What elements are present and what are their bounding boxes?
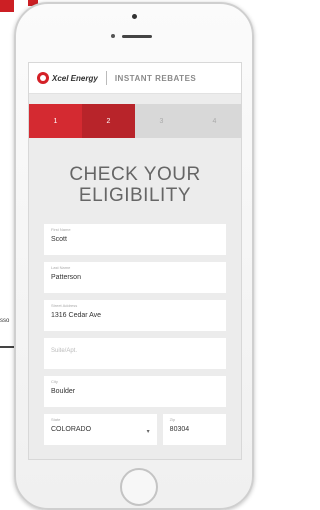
xcel-logo-icon <box>37 72 49 84</box>
suite-placeholder: Suite/Apt. <box>51 348 78 354</box>
first-name-field[interactable]: First Name Scott <box>44 224 226 255</box>
zip-value: 80304 <box>169 426 190 433</box>
street-address-field[interactable]: Street Address 1316 Cedar Ave <box>44 300 226 331</box>
first-name-label: First Name <box>51 227 71 232</box>
step-2[interactable]: 2 <box>82 104 135 138</box>
street-address-value: 1316 Cedar Ave <box>51 312 102 319</box>
eligibility-form: First Name Scott Last Name Patterson Str… <box>29 224 241 452</box>
step-progress: 1 2 3 4 <box>29 104 241 138</box>
step-1[interactable]: 1 <box>29 104 82 138</box>
header-divider <box>105 71 107 85</box>
state-label: State <box>51 417 61 422</box>
brand-name: Xcel Energy <box>52 73 98 83</box>
city-field[interactable]: City Boulder <box>44 376 226 407</box>
form-heading: CHECK YOUR ELIGIBILITY <box>29 164 241 206</box>
background-red-block <box>0 0 14 12</box>
phone-frame: Xcel Energy INSTANT REBATES 1 2 3 4 CHEC… <box>14 2 254 510</box>
sensor-icon <box>111 34 115 38</box>
last-name-label: Last Name <box>51 265 71 270</box>
state-select[interactable]: State COLORADO ▾ <box>44 414 157 445</box>
form-heading-line-2: ELIGIBILITY <box>78 185 192 206</box>
background-text-fragment: sso <box>0 318 10 324</box>
camera-icon <box>132 14 137 19</box>
first-name-value: Scott <box>51 236 67 243</box>
state-zip-row: State COLORADO ▾ Zip 80304 <box>44 414 226 452</box>
last-name-value: Patterson <box>51 274 81 281</box>
home-button[interactable] <box>120 468 158 506</box>
last-name-field[interactable]: Last Name Patterson <box>44 262 226 293</box>
app-header: Xcel Energy INSTANT REBATES <box>29 63 241 94</box>
step-3[interactable]: 3 <box>135 104 188 138</box>
state-value: COLORADO <box>51 426 92 433</box>
zip-label: Zip <box>169 417 176 422</box>
speaker-grille <box>122 35 152 38</box>
page-title: INSTANT REBATES <box>114 73 197 83</box>
city-label: City <box>51 379 58 384</box>
city-value: Boulder <box>51 388 76 395</box>
form-heading-line-1: CHECK YOUR <box>69 164 201 185</box>
suite-field[interactable]: Suite/Apt. <box>44 338 226 369</box>
step-4[interactable]: 4 <box>188 104 241 138</box>
phone-screen: Xcel Energy INSTANT REBATES 1 2 3 4 CHEC… <box>28 62 242 460</box>
zip-field[interactable]: Zip 80304 <box>162 414 226 445</box>
chevron-down-icon: ▾ <box>146 429 150 435</box>
street-address-label: Street Address <box>51 303 78 308</box>
background-divider <box>0 346 14 348</box>
